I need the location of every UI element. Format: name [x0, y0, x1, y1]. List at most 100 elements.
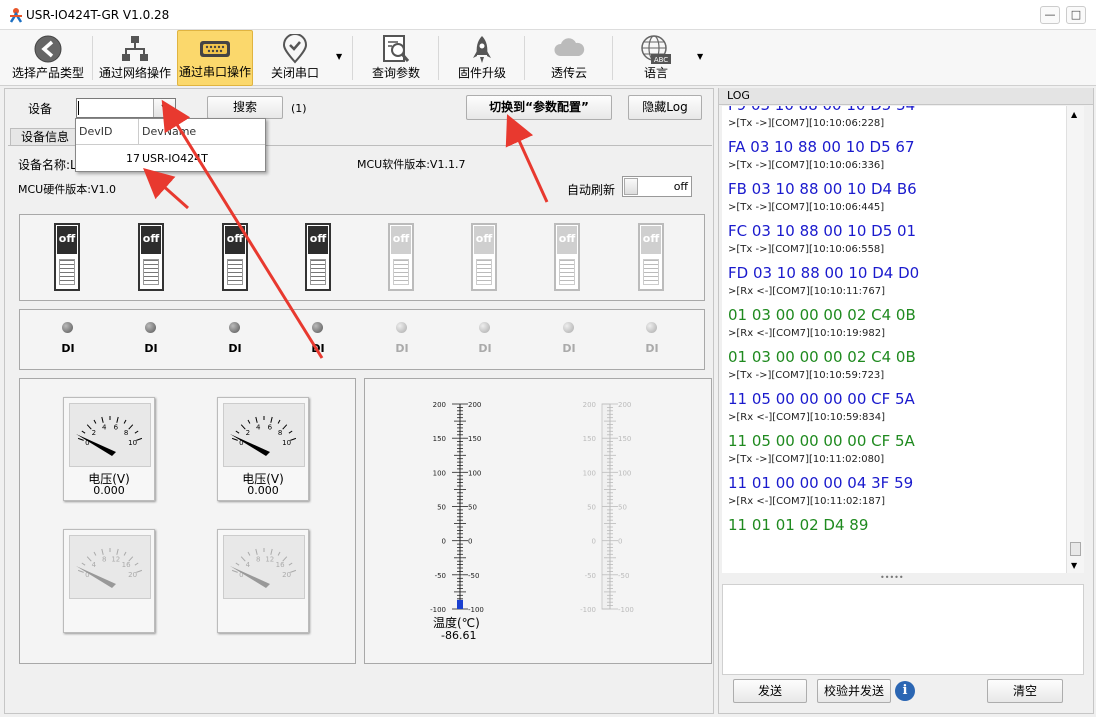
switch-to-param-config-button[interactable]: 切换到“参数配置” — [466, 95, 612, 120]
di-indicator-led — [563, 322, 574, 333]
device-count: (1) — [291, 102, 307, 115]
thermo-tick-label: -100 — [618, 606, 634, 614]
column-devname[interactable]: DevName — [142, 125, 196, 138]
toolbar-select-product-button[interactable]: 选择产品类型 — [6, 30, 90, 86]
relay-switch[interactable]: off — [554, 223, 580, 291]
relay-switch[interactable]: off — [222, 223, 248, 291]
svg-text:10: 10 — [282, 439, 291, 447]
verify-send-button[interactable]: 校验并发送 — [817, 679, 891, 703]
temperature-panel — [364, 378, 712, 664]
thermo-tick-label: 150 — [618, 435, 631, 443]
svg-text:6: 6 — [114, 424, 119, 432]
log-scrollbar[interactable]: ▲ ▼ — [1066, 106, 1084, 573]
log-line: 01 03 00 00 00 02 C4 0B — [728, 348, 916, 366]
thermo-tick-label: -50 — [435, 572, 446, 580]
device-name-label: 设备名称:L — [18, 158, 77, 172]
toolbar-network-button[interactable]: 通过网络操作 — [94, 30, 176, 86]
toolbar-query-params-button[interactable]: 查询参数 — [356, 30, 436, 86]
toolbar-cloud-button[interactable]: 透传云 — [528, 30, 610, 86]
log-line: >[Rx <-][COM7][10:10:59:834] — [728, 412, 886, 423]
relay-switch[interactable]: off — [638, 223, 664, 291]
di-indicator-led — [229, 322, 240, 333]
dropdown-arrow-icon[interactable]: ▼ — [336, 52, 342, 61]
toolbar-firmware-button[interactable]: 固件升级 — [442, 30, 522, 86]
log-line: >[Rx <-][COM7][10:11:02:187] — [728, 496, 886, 507]
log-line: 11 01 00 00 00 04 3F 59 — [728, 474, 914, 492]
log-line: FD 03 10 88 00 10 D4 D0 — [728, 264, 920, 282]
location-check-icon — [282, 34, 308, 64]
dropdown-row[interactable]: 17 USR-IO424T — [76, 146, 265, 172]
gauge-value: 0.000 — [247, 484, 279, 497]
tab-device-info[interactable]: 设备信息 — [10, 128, 80, 146]
log-line: 11 01 01 02 D4 89 — [728, 516, 869, 534]
gauge-dial: 024 6810 — [230, 416, 297, 456]
voltage-gauge: 0 4 8 12 16 20 — [63, 529, 155, 633]
log-header: LOG — [719, 88, 1093, 105]
gauge-face: 0 4 8 12 16 20 — [69, 535, 151, 599]
toggle-knob[interactable] — [624, 178, 638, 195]
thermo-tick-label: -100 — [580, 606, 596, 614]
relay-switch-panel — [19, 214, 705, 301]
thermo-tick-label: -50 — [585, 572, 596, 580]
device-combobox[interactable]: ▼ — [76, 98, 176, 118]
thermo-fill — [457, 599, 463, 609]
toolbar-serial-button[interactable]: 通过串口操作 — [177, 30, 253, 86]
clear-button[interactable]: 清空 — [987, 679, 1063, 703]
scroll-up-icon[interactable]: ▲ — [1071, 110, 1077, 119]
thermo-tick-label: 200 — [433, 401, 446, 409]
scroll-down-icon[interactable]: ▼ — [1071, 561, 1077, 570]
thermo-tick-label: 150 — [433, 435, 446, 443]
toolbar-separator — [612, 36, 613, 80]
relay-switch[interactable]: off — [471, 223, 497, 291]
scroll-thumb[interactable] — [1070, 542, 1081, 556]
hide-log-button[interactable]: 隐藏Log — [628, 95, 702, 120]
svg-text:16: 16 — [276, 561, 285, 569]
thermo-tick-label: 150 — [583, 435, 596, 443]
toolbar-separator — [438, 36, 439, 80]
back-arrow-icon — [34, 35, 62, 63]
splitter-handle[interactable]: ••••• — [880, 573, 904, 582]
gauge-face: 0 2 4 6 8 10 — [223, 403, 305, 467]
gauge-dial: 024 6810 — [76, 416, 143, 456]
auto-refresh-label: 自动刷新 — [567, 183, 616, 197]
column-devid[interactable]: DevID — [79, 125, 112, 138]
log-output[interactable]: F9 03 10 88 00 10 D5 54 >[Tx ->][COM7][10… — [722, 106, 1084, 573]
thermometer-scale: 200 200 150 150 100 100 50 50 0 0 -50 -50 -100 -100 — [430, 401, 484, 614]
svg-text:10: 10 — [128, 439, 137, 447]
device-dropdown-list[interactable]: DevID DevName 17 USR-IO424T — [75, 118, 266, 172]
send-input[interactable] — [722, 584, 1084, 675]
di-indicator-led — [396, 322, 407, 333]
log-line: FC 03 10 88 00 10 D5 01 — [728, 222, 917, 240]
thermo-tick-label: 150 — [468, 435, 481, 443]
svg-text:12: 12 — [265, 556, 274, 564]
toolbar-language-button[interactable]: ABC 语言 — [616, 30, 696, 86]
mcu-software-version: MCU软件版本:V1.1.7 — [357, 158, 466, 171]
svg-text:4: 4 — [102, 424, 107, 432]
switch-grip — [643, 259, 659, 285]
info-icon[interactable]: i — [895, 681, 915, 701]
search-button[interactable]: 搜索 — [207, 96, 283, 119]
relay-switch[interactable]: off — [138, 223, 164, 291]
dropdown-arrow-icon[interactable]: ▼ — [697, 52, 703, 61]
relay-switch[interactable]: off — [305, 223, 331, 291]
auto-refresh-toggle[interactable]: off — [622, 176, 692, 197]
switch-label: off — [308, 226, 328, 254]
minimize-button[interactable]: — — [1040, 6, 1060, 24]
gauge-face: 0 2 4 6 8 10 — [69, 403, 151, 467]
send-button[interactable]: 发送 — [733, 679, 807, 703]
di-label: DI — [311, 342, 325, 355]
thermo-tick-label: 200 — [468, 401, 481, 409]
svg-text:16: 16 — [122, 561, 131, 569]
chevron-down-icon[interactable]: ▼ — [153, 99, 175, 117]
svg-text:ABC: ABC — [654, 56, 668, 64]
relay-switch[interactable]: off — [388, 223, 414, 291]
toolbar-close-serial-button[interactable]: 关闭串口 — [258, 30, 332, 86]
switch-grip — [476, 259, 492, 285]
log-line: >[Rx <-][COM7][10:10:19:982] — [728, 328, 886, 339]
log-line: >[Tx ->][COM7][10:10:06:558] — [728, 244, 885, 255]
thermo-tick-label: 200 — [618, 401, 631, 409]
log-line: >[Tx ->][COM7][10:11:02:080] — [728, 454, 885, 465]
relay-switch[interactable]: off — [54, 223, 80, 291]
toolbar-separator — [524, 36, 525, 80]
maximize-button[interactable]: □ — [1066, 6, 1086, 24]
